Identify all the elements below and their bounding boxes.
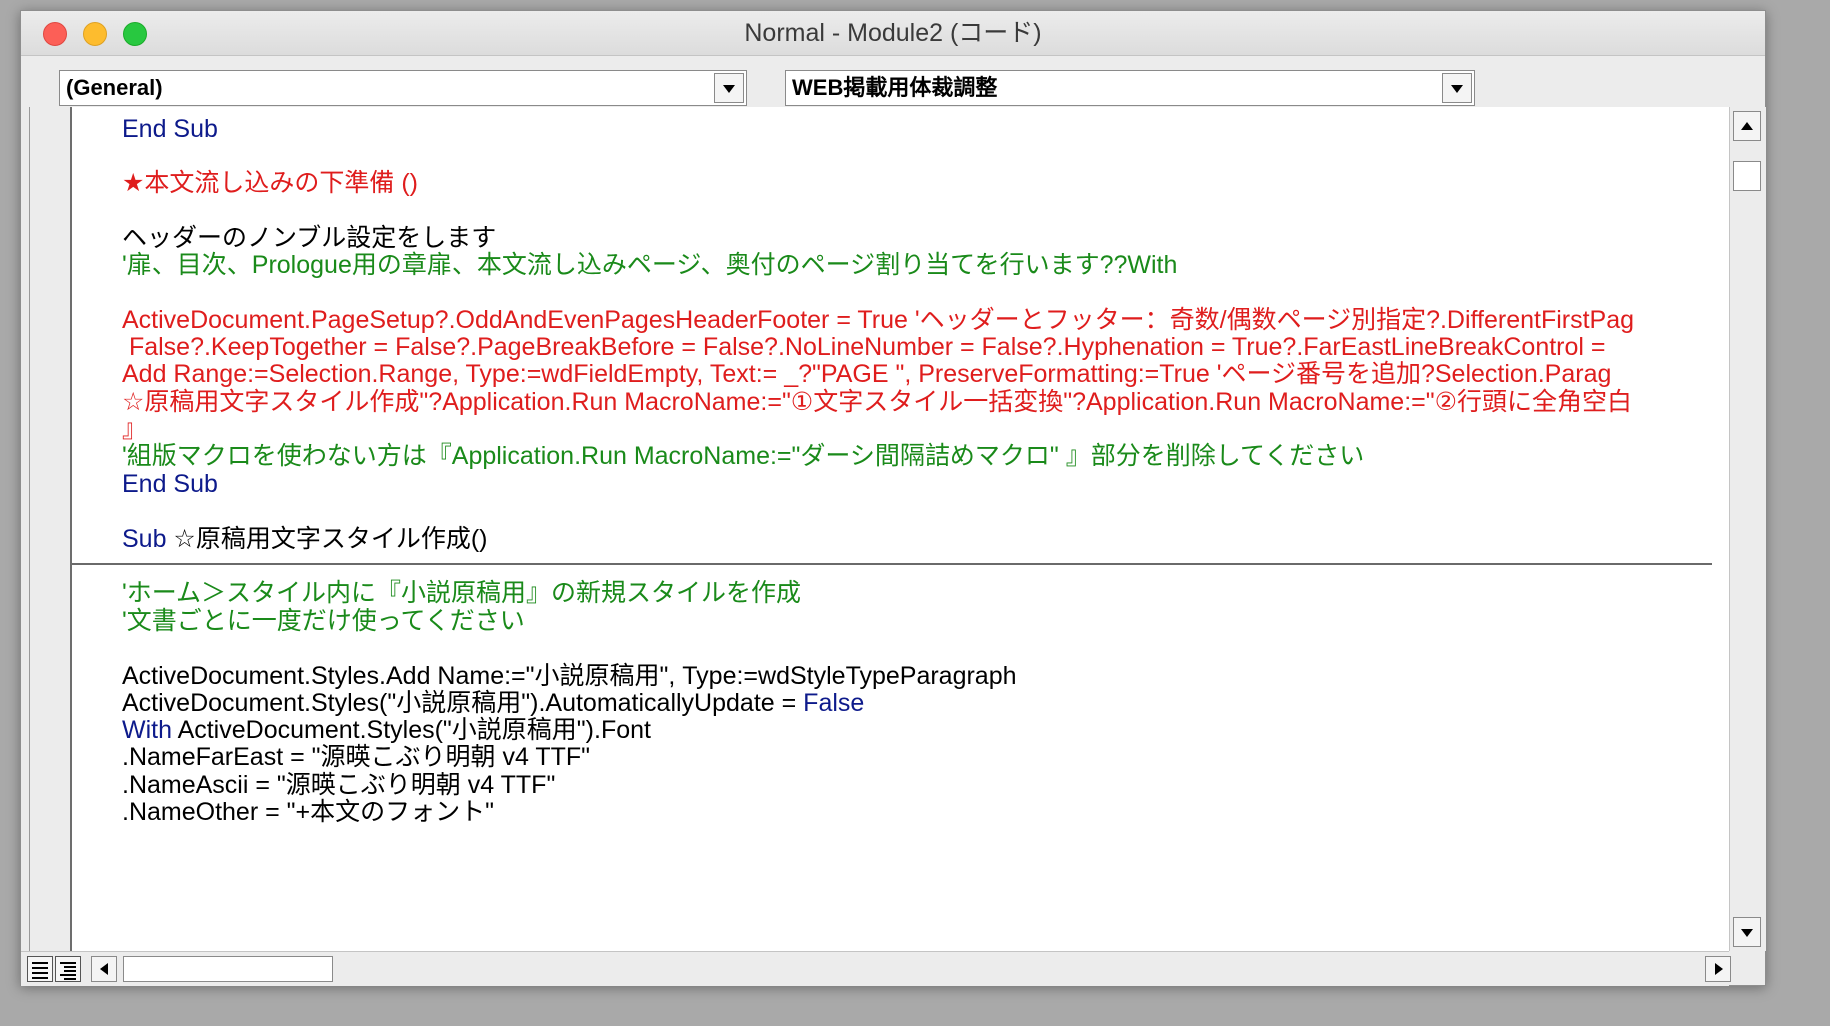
procedure-separator: [72, 563, 1712, 565]
code-line: Sub ☆原稿用文字スタイル作成(): [122, 523, 488, 555]
object-dropdown-value: (General): [66, 75, 163, 100]
code-line: ☆原稿用文字スタイル作成"?Application.Run MacroName:…: [122, 388, 1633, 416]
code-token: ActiveDocument.Styles("小説原稿用").Automatic…: [122, 689, 804, 717]
code-line: '扉、目次、Prologue用の章扉、本文流し込みページ、奥付のページ割り当てを…: [122, 251, 1178, 279]
code-line: .NameOther = "+本文のフォント": [122, 798, 494, 826]
code-window: Normal - Module2 (コード) (General) WEB掲載用体…: [20, 10, 1766, 986]
code-toolbar: (General) WEB掲載用体裁調整: [21, 56, 1765, 110]
procedure-view-icon[interactable]: [27, 956, 53, 982]
bottom-bar: [21, 951, 1731, 986]
keyword-token: With: [122, 716, 172, 744]
chevron-down-icon[interactable]: [714, 73, 744, 103]
procedure-dropdown-value: WEB掲載用体裁調整: [792, 75, 998, 100]
code-pane[interactable]: End Sub ★本文流し込みの下準備 () ヘッダーのノンブル設定をします '…: [72, 107, 1712, 951]
margin-indicator-bar[interactable]: [30, 107, 72, 951]
procedure-dropdown[interactable]: WEB掲載用体裁調整: [785, 70, 1475, 106]
horizontal-scroll-thumb[interactable]: [123, 956, 333, 982]
chevron-down-icon[interactable]: [1442, 73, 1472, 103]
object-dropdown[interactable]: (General): [59, 70, 747, 106]
scroll-left-icon[interactable]: [91, 956, 117, 982]
scroll-down-icon[interactable]: [1733, 917, 1761, 947]
code-token: ☆原稿用文字スタイル作成(): [166, 525, 488, 553]
keyword-token: False: [803, 689, 865, 717]
window-title: Normal - Module2 (コード): [744, 19, 1042, 47]
vertical-scrollbar[interactable]: [1729, 107, 1766, 951]
vertical-scroll-thumb[interactable]: [1733, 161, 1761, 191]
keyword-token: Sub: [122, 525, 167, 553]
full-module-view-icon[interactable]: [55, 956, 81, 982]
code-line: End Sub: [122, 470, 218, 498]
title-bar[interactable]: Normal - Module2 (コード): [21, 11, 1765, 56]
code-line: End Sub: [122, 115, 218, 143]
code-editor[interactable]: End Sub ★本文流し込みの下準備 () ヘッダーのノンブル設定をします '…: [29, 107, 1730, 951]
scroll-up-icon[interactable]: [1733, 111, 1761, 141]
code-line: '組版マクロを使わない方は『Application.Run MacroName:…: [122, 442, 1365, 470]
code-line: ★本文流し込みの下準備 (): [122, 169, 419, 197]
scroll-right-icon[interactable]: [1705, 956, 1731, 982]
code-token: ActiveDocument.Styles("小説原稿用").Font: [172, 716, 651, 744]
code-line: '文書ごとに一度だけ使ってください: [122, 607, 525, 635]
